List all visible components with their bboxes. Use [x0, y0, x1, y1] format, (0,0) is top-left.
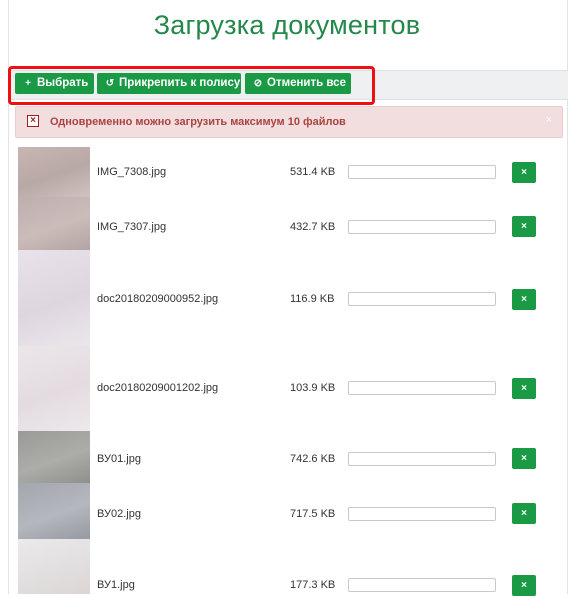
cancel-icon: ⊘ [253, 78, 263, 89]
alert-message: Одновременно можно загрузить максимум 10… [50, 116, 346, 128]
file-size: 432.7 KB [290, 221, 336, 233]
plus-icon: + [25, 78, 31, 89]
remove-file-button[interactable]: × [512, 216, 536, 237]
attach-to-policy-button[interactable]: ↺ Прикрепить к полису [97, 73, 241, 94]
upload-progress-bar [348, 381, 496, 395]
remove-file-button[interactable]: × [512, 503, 536, 524]
file-thumbnail [18, 483, 90, 539]
error-icon: × [27, 115, 39, 127]
choose-button[interactable]: + Выбрать [15, 73, 94, 94]
cancel-all-button[interactable]: ⊘ Отменить все [245, 73, 351, 94]
upload-progress-bar [348, 578, 496, 592]
file-name: doc20180209000952.jpg [97, 293, 219, 305]
file-thumbnail [18, 431, 90, 483]
file-size: 531.4 KB [290, 166, 336, 178]
file-name: IMG_7307.jpg [97, 221, 167, 233]
choose-button-label: Выбрать [37, 77, 89, 89]
file-name: doc20180209001202.jpg [97, 382, 219, 394]
file-thumbnail [18, 346, 90, 431]
file-name: ВУ02.jpg [97, 508, 141, 520]
remove-file-button[interactable]: × [512, 162, 536, 183]
file-thumbnail [18, 250, 90, 346]
error-alert: × Одновременно можно загрузить максимум … [15, 106, 563, 138]
alert-close-button[interactable]: × [546, 114, 552, 126]
file-size: 103.9 KB [290, 382, 336, 394]
file-size: 116.9 KB [290, 293, 335, 305]
file-size: 177.3 KB [290, 579, 336, 591]
file-thumbnail [18, 147, 90, 197]
cancel-button-label: Отменить все [267, 77, 346, 89]
upload-progress-bar [348, 507, 496, 521]
file-thumbnail [18, 197, 90, 250]
remove-file-button[interactable]: × [512, 378, 536, 399]
remove-file-button[interactable]: × [512, 289, 536, 310]
file-name: ВУ1.jpg [97, 579, 135, 591]
upload-progress-bar [348, 292, 496, 306]
file-name: IMG_7308.jpg [97, 166, 167, 178]
upload-progress-bar [348, 452, 496, 466]
remove-file-button[interactable]: × [512, 575, 536, 596]
attach-icon: ↺ [105, 78, 115, 89]
file-name: ВУ01.jpg [97, 453, 141, 465]
file-size: 742.6 KB [290, 453, 336, 465]
remove-file-button[interactable]: × [512, 448, 536, 469]
file-size: 717.5 KB [290, 508, 336, 520]
page-title: Загрузка документов [153, 10, 421, 40]
file-thumbnail [18, 539, 90, 594]
upload-progress-bar [348, 220, 496, 234]
upload-progress-bar [348, 165, 496, 179]
attach-button-label: Прикрепить к полису [119, 77, 241, 89]
